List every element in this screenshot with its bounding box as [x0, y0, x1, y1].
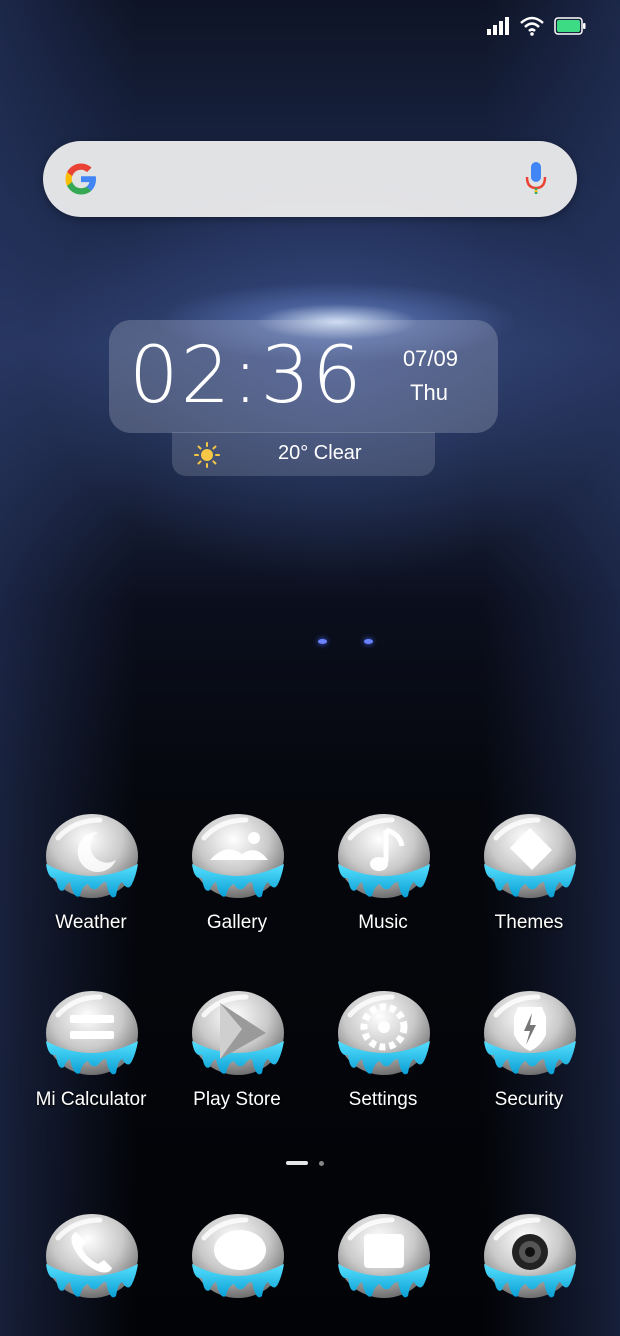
app-label: Mi Calculator — [35, 1089, 147, 1110]
dock-camera[interactable] — [456, 1212, 602, 1322]
google-search-bar[interactable] — [43, 141, 577, 217]
app-music[interactable]: Music — [310, 812, 456, 962]
app-label: Security — [494, 1089, 564, 1110]
gallery-icon — [190, 812, 286, 908]
wifi-icon — [520, 16, 544, 36]
app-mi-calculator[interactable]: Mi Calculator — [18, 989, 164, 1139]
app-label: Weather — [55, 912, 127, 933]
clock-time: 02:36 — [129, 331, 364, 421]
messages-icon — [190, 1212, 286, 1308]
clock-widget[interactable]: 02:36 07/09 Thu — [109, 320, 498, 433]
dock-browser[interactable] — [310, 1212, 456, 1322]
battery-icon — [554, 17, 586, 35]
sun-icon — [194, 442, 220, 468]
app-settings[interactable]: Settings — [310, 989, 456, 1139]
app-label: Settings — [348, 1089, 418, 1110]
security-icon — [482, 989, 578, 1085]
app-label: Themes — [494, 912, 564, 933]
app-themes[interactable]: Themes — [456, 812, 602, 962]
app-weather[interactable]: Weather — [18, 812, 164, 962]
google-icon — [65, 163, 96, 195]
weather-widget[interactable]: 20° Clear — [172, 432, 435, 476]
page-indicator[interactable] — [286, 1161, 326, 1167]
music-icon — [336, 812, 432, 908]
play-store-icon — [190, 989, 286, 1085]
camera-icon — [482, 1212, 578, 1308]
app-label: Gallery — [206, 912, 268, 933]
themes-icon — [482, 812, 578, 908]
app-play-store[interactable]: Play Store — [164, 989, 310, 1139]
app-label: Play Store — [193, 1089, 281, 1110]
page-dot[interactable] — [319, 1161, 324, 1166]
settings-icon — [336, 989, 432, 1085]
calculator-icon — [44, 989, 140, 1085]
phone-icon — [44, 1212, 140, 1308]
dock-phone[interactable] — [18, 1212, 164, 1322]
browser-icon — [336, 1212, 432, 1308]
status-bar — [0, 0, 620, 56]
clock-day: Thu — [410, 380, 448, 405]
page-dot-active[interactable] — [286, 1161, 308, 1165]
clock-date: 07/09 — [402, 346, 458, 371]
signal-icon — [487, 17, 509, 35]
app-security[interactable]: Security — [456, 989, 602, 1139]
app-label: Music — [358, 912, 408, 933]
mic-icon[interactable] — [525, 161, 547, 197]
weather-icon — [44, 812, 140, 908]
weather-text: 20° Clear — [278, 442, 362, 464]
wallpaper-eyes — [318, 637, 380, 645]
app-gallery[interactable]: Gallery — [164, 812, 310, 962]
dock-messages[interactable] — [164, 1212, 310, 1322]
